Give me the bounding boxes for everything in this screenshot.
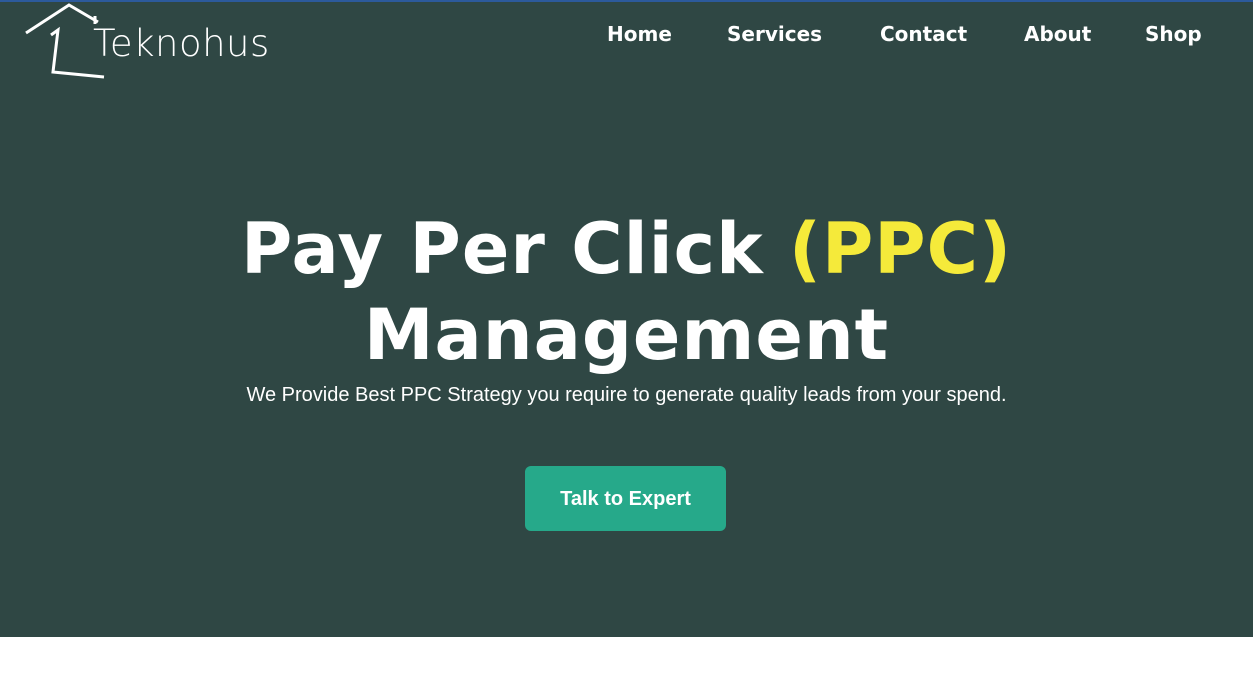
hero-title-line1: Pay Per Click (PPC) xyxy=(0,214,1253,284)
hero-section: Teknohus Home Services Contact About Sho… xyxy=(0,2,1253,637)
nav-about[interactable]: About xyxy=(1024,21,1091,47)
hero-title-part1: Pay Per Click xyxy=(241,208,789,290)
nav-shop[interactable]: Shop xyxy=(1145,21,1202,47)
hero-subtitle: We Provide Best PPC Strategy you require… xyxy=(246,384,1007,406)
nav-services[interactable]: Services xyxy=(727,21,822,47)
hero-title-highlight: (PPC) xyxy=(789,208,1012,290)
hero-title-line2: Management xyxy=(363,294,890,376)
nav-contact[interactable]: Contact xyxy=(880,21,967,47)
nav-home[interactable]: Home xyxy=(607,21,672,47)
main-nav: Home Services Contact About Shop xyxy=(0,21,1253,51)
talk-to-expert-button[interactable]: Talk to Expert xyxy=(525,466,726,531)
